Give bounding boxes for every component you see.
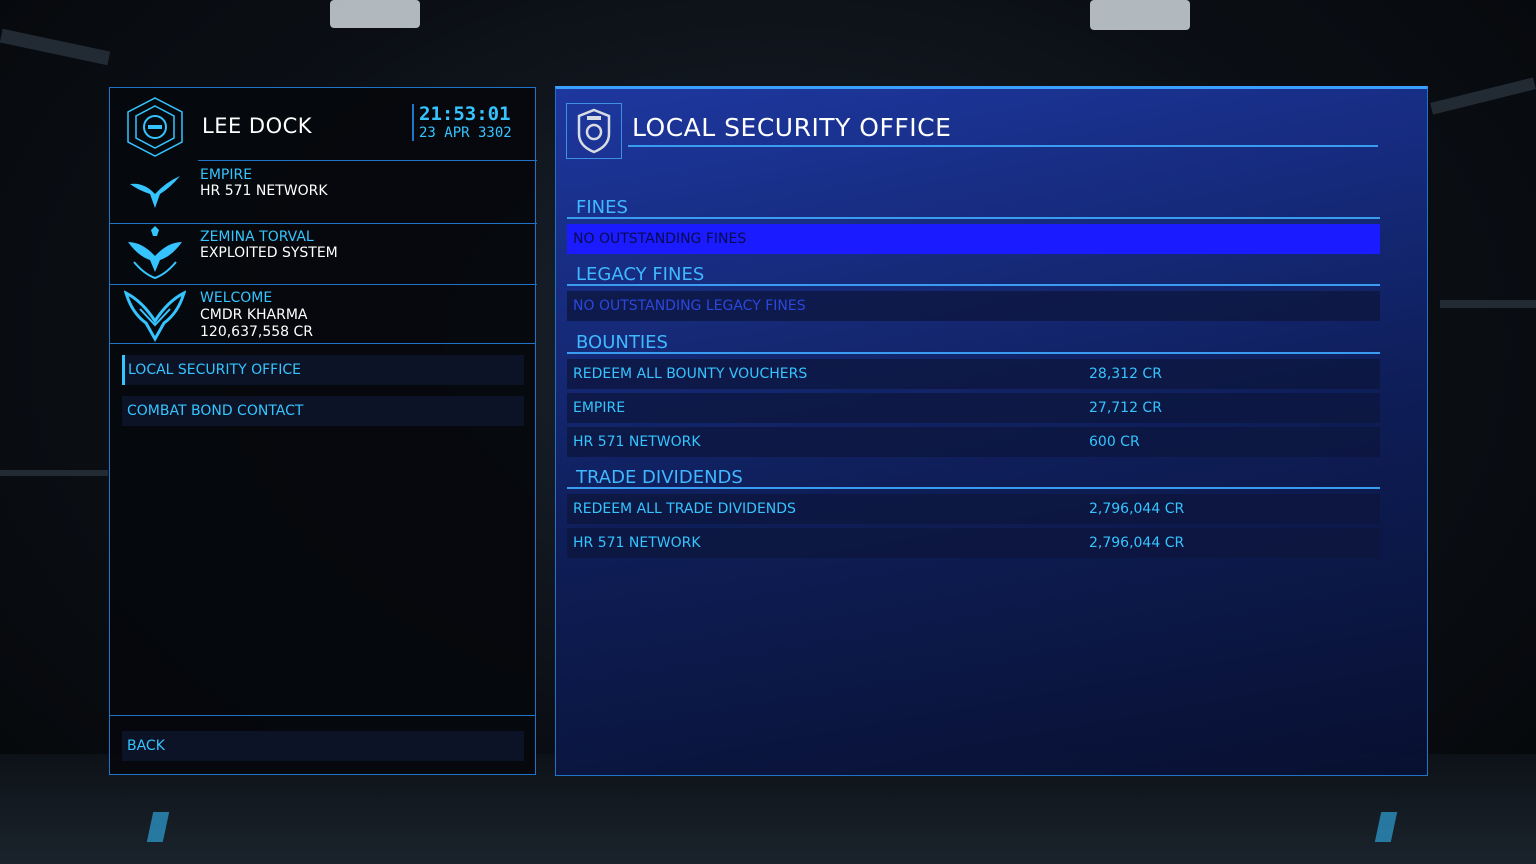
power-emblem-icon (128, 226, 182, 280)
section-title-bounties: BOUNTIES (576, 332, 668, 353)
bounty-amount: 27,712 CR (1089, 400, 1162, 416)
title-divider (628, 145, 1378, 147)
bounty-label: REDEEM ALL BOUNTY VOUCHERS (573, 366, 808, 382)
credit-balance: 120,637,558 CR (200, 324, 314, 340)
menu-item-local-security-office[interactable]: LOCAL SECURITY OFFICE (122, 355, 524, 385)
dividend-label: REDEEM ALL TRADE DIVIDENDS (573, 501, 796, 517)
bounty-label: EMPIRE (573, 400, 626, 416)
dividend-label: HR 571 NETWORK (573, 535, 701, 551)
dividend-row-hr571[interactable]: HR 571 NETWORK 2,796,044 CR (567, 528, 1380, 558)
section-title-legacy-fines: LEGACY FINES (576, 264, 705, 285)
section-title-trade-dividends: TRADE DIVIDENDS (576, 467, 743, 488)
dividend-amount: 2,796,044 CR (1089, 501, 1185, 517)
security-badge-icon (577, 108, 611, 154)
station-name: LEE DOCK (202, 114, 313, 138)
legacy-fines-row[interactable]: NO OUTSTANDING LEGACY FINES (567, 291, 1380, 321)
bounty-row-redeem-all[interactable]: REDEEM ALL BOUNTY VOUCHERS 28,312 CR (567, 359, 1380, 389)
dividend-amount: 2,796,044 CR (1089, 535, 1185, 551)
section-title-fines: FINES (576, 197, 628, 218)
commander-row: WELCOME CMDR KHARMA 120,637,558 CR (110, 284, 537, 345)
fines-row[interactable]: NO OUTSTANDING FINES (567, 224, 1380, 254)
security-badge-frame (566, 103, 622, 159)
bounty-amount: 28,312 CR (1089, 366, 1162, 382)
fines-row-label: NO OUTSTANDING FINES (573, 231, 747, 247)
rank-emblem-icon (124, 290, 186, 343)
menu-item-combat-bond-contact[interactable]: COMBAT BOND CONTACT (122, 396, 524, 426)
empire-faction-icon (130, 176, 180, 208)
welcome-label: WELCOME (200, 290, 273, 306)
clock-time: 21:53:01 (419, 103, 511, 125)
controlling-faction: HR 571 NETWORK (200, 183, 328, 199)
security-office-panel: LOCAL SECURITY OFFICE FINES NO OUTSTANDI… (555, 86, 1428, 776)
power-status: EXPLOITED SYSTEM (200, 245, 338, 261)
bounty-row-empire[interactable]: EMPIRE 27,712 CR (567, 393, 1380, 423)
station-emblem-icon (127, 97, 183, 157)
bounty-label: HR 571 NETWORK (573, 434, 701, 450)
clock: 21:53:01 23 APR 3302 (412, 104, 512, 141)
dividend-row-redeem-all[interactable]: REDEEM ALL TRADE DIVIDENDS 2,796,044 CR (567, 494, 1380, 524)
commander-name: CMDR KHARMA (200, 307, 308, 323)
station-info-panel: LEE DOCK 21:53:01 23 APR 3302 EMPIRE HR … (109, 87, 537, 775)
bounty-amount: 600 CR (1089, 434, 1140, 450)
faction-row: EMPIRE HR 571 NETWORK (110, 160, 537, 220)
power-row: ZEMINA TORVAL EXPLOITED SYSTEM (110, 223, 537, 284)
clock-date: 23 APR 3302 (419, 125, 512, 141)
bounty-row-hr571[interactable]: HR 571 NETWORK 600 CR (567, 427, 1380, 457)
back-button[interactable]: BACK (122, 731, 524, 761)
legacy-fines-row-label: NO OUTSTANDING LEGACY FINES (573, 298, 806, 314)
page-title: LOCAL SECURITY OFFICE (632, 113, 952, 142)
station-header: LEE DOCK 21:53:01 23 APR 3302 (110, 88, 537, 160)
